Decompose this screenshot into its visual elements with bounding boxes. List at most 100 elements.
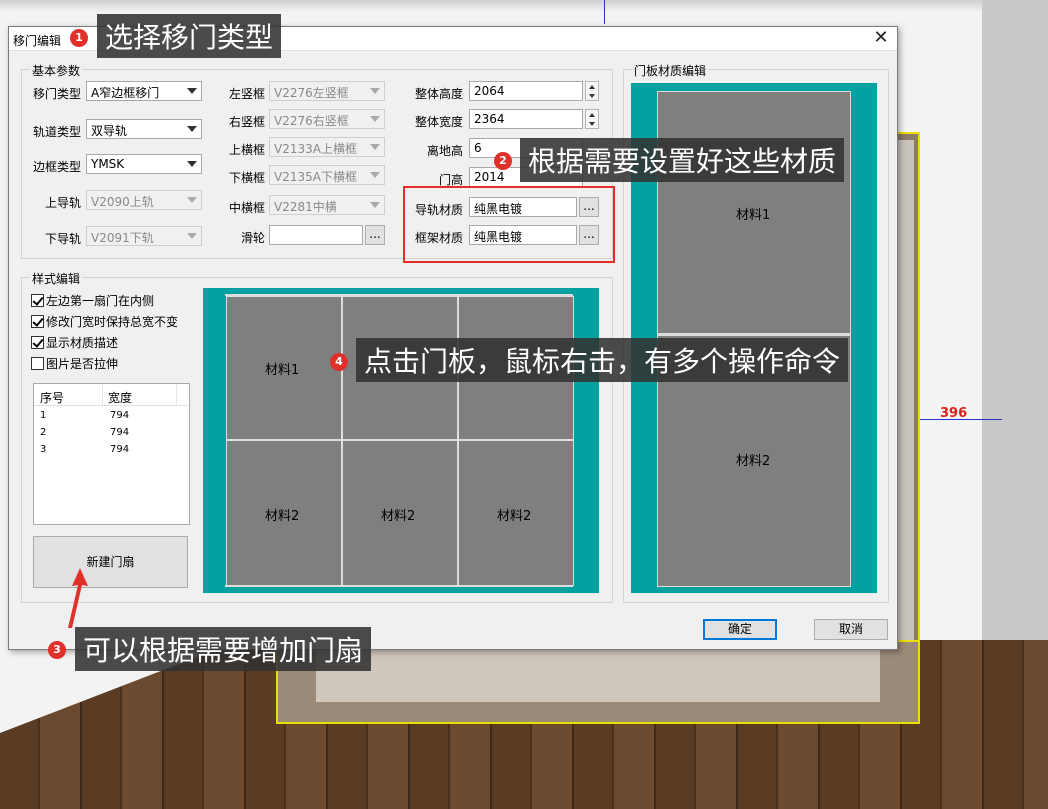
checkbox-stretch-image[interactable]: 图片是否拉伸 <box>31 356 118 372</box>
list-item[interactable]: 3 794 <box>34 442 189 459</box>
dimension-label: 396 <box>940 406 968 421</box>
chevron-down-icon <box>187 233 197 239</box>
column-separator <box>102 384 103 406</box>
checkbox-show-material-desc[interactable]: 显示材质描述 <box>31 335 118 351</box>
list-item[interactable]: 1 794 <box>34 408 189 425</box>
row-no: 2 <box>40 427 47 438</box>
checkbox-label: 图片是否拉伸 <box>46 357 119 371</box>
row-width: 794 <box>110 427 130 438</box>
arrow-down-icon[interactable] <box>589 122 595 126</box>
frame-type-value: YMSK <box>91 157 125 171</box>
axis-line-vertical <box>604 0 605 24</box>
material-label: 材料2 <box>381 509 416 524</box>
list-header: 序号 宽度 <box>34 384 189 406</box>
material-label: 材料2 <box>265 509 300 524</box>
arrow-up-icon[interactable] <box>589 113 595 117</box>
list-item[interactable]: 2 794 <box>34 425 189 442</box>
checkbox-checked-icon[interactable] <box>31 336 44 349</box>
chevron-down-icon <box>370 144 380 150</box>
frame-type-label: 边框类型 <box>32 160 81 174</box>
width-spinner[interactable] <box>585 109 599 129</box>
upper-rail-label: 上导轨 <box>44 196 81 210</box>
door-layout-preview[interactable]: 材料1 材料2 材料2 材料2 <box>203 288 599 593</box>
callout-3: 可以根据需要增加门扇 <box>75 627 372 671</box>
track-type-value: 双导轨 <box>91 124 128 138</box>
chevron-down-icon <box>187 88 197 94</box>
checkbox-label: 修改门宽时保持总宽不变 <box>46 315 179 329</box>
material-label: 材料2 <box>497 509 532 524</box>
door-panel-1-bottom[interactable]: 材料2 <box>226 440 342 586</box>
material-label: 材料1 <box>736 208 771 223</box>
column-header-width[interactable]: 宽度 <box>108 389 132 406</box>
width-field[interactable]: 2364 <box>469 109 583 129</box>
column-header-no[interactable]: 序号 <box>40 389 64 406</box>
bottom-track-line <box>225 585 573 587</box>
new-door-leaf-button[interactable]: 新建门扇 <box>33 536 188 588</box>
pulley-field[interactable] <box>269 225 363 245</box>
step-badge-3: 3 <box>48 641 66 659</box>
callout-text: 选择移门类型 <box>105 21 274 54</box>
checkbox-checked-icon[interactable] <box>31 315 44 328</box>
panel-material-label: 门板材质编辑 <box>632 62 709 79</box>
callout-text: 点击门板，鼠标右击，有多个操作命令 <box>364 345 841 378</box>
checkbox-left-door-inside[interactable]: 左边第一扇门在内侧 <box>31 293 154 309</box>
door-leaf-list[interactable]: 序号 宽度 1 794 2 794 3 794 <box>33 383 190 525</box>
frame-type-select[interactable]: YMSK <box>86 154 202 174</box>
mid-rail-value: V2281中横 <box>274 200 337 214</box>
top-rail-select: V2133A上横框 <box>269 137 385 157</box>
lower-rail-value: V2091下轨 <box>91 231 154 245</box>
callout-4: 点击门板，鼠标右击，有多个操作命令 <box>356 338 849 382</box>
chevron-down-icon <box>187 126 197 132</box>
left-stile-value: V2276左竖框 <box>274 86 349 100</box>
chevron-down-icon <box>370 172 380 178</box>
track-type-select[interactable]: 双导轨 <box>86 119 202 139</box>
callout-text: 可以根据需要增加门扇 <box>83 634 364 667</box>
lower-rail-label: 下导轨 <box>44 232 81 246</box>
row-width: 794 <box>110 410 130 421</box>
width-label: 整体宽度 <box>414 115 463 129</box>
left-stile-select: V2276左竖框 <box>269 81 385 101</box>
left-stile-label: 左竖框 <box>228 87 265 101</box>
bottom-rail-select: V2135A下横框 <box>269 165 385 185</box>
callout-2: 根据需要设置好这些材质 <box>520 138 845 182</box>
chevron-down-icon <box>370 202 380 208</box>
arrow-up-icon[interactable] <box>589 85 595 89</box>
track-type-label: 轨道类型 <box>32 125 81 139</box>
row-no: 3 <box>40 444 47 455</box>
height-spinner[interactable] <box>585 81 599 101</box>
right-stile-label: 右竖框 <box>228 115 265 129</box>
chevron-down-icon <box>187 161 197 167</box>
callout-1: 选择移门类型 <box>97 14 282 58</box>
door-type-label: 移门类型 <box>32 87 81 101</box>
ok-button[interactable]: 确定 <box>703 619 777 640</box>
checkbox-checked-icon[interactable] <box>31 294 44 307</box>
right-stile-select: V2276右竖框 <box>269 109 385 129</box>
row-width: 794 <box>110 444 130 455</box>
bottom-rail-label: 下横框 <box>228 171 265 185</box>
height-field[interactable]: 2064 <box>469 81 583 101</box>
bottom-rail-value: V2135A下横框 <box>274 170 357 184</box>
callout-text: 根据需要设置好这些材质 <box>528 145 837 178</box>
style-edit-label: 样式编辑 <box>30 270 83 287</box>
step-badge-4: 4 <box>330 353 348 371</box>
top-rail-value: V2133A上横框 <box>274 142 357 156</box>
highlight-material-box <box>403 186 615 263</box>
door-panel-2-bottom[interactable]: 材料2 <box>342 440 458 586</box>
pulley-browse-button[interactable]: ... <box>365 225 385 245</box>
checkbox-keep-total-width[interactable]: 修改门宽时保持总宽不变 <box>31 314 178 330</box>
right-stile-value: V2276右竖框 <box>274 114 349 128</box>
chevron-down-icon <box>187 197 197 203</box>
arrow-down-icon[interactable] <box>589 94 595 98</box>
door-type-select[interactable]: A窄边框移门 <box>86 81 202 101</box>
dialog-title: 移门编辑 <box>13 34 62 48</box>
close-icon[interactable]: ✕ <box>871 28 891 48</box>
material-panel-1[interactable]: 材料1 <box>657 91 851 335</box>
row-no: 1 <box>40 410 47 421</box>
door-panel-3-bottom[interactable]: 材料2 <box>458 440 574 586</box>
cancel-button[interactable]: 取消 <box>814 619 888 640</box>
cabinet-base-inner <box>316 650 880 702</box>
checkbox-unchecked-icon[interactable] <box>31 357 44 370</box>
door-panel-1-top[interactable]: 材料1 <box>226 296 342 440</box>
mid-rail-label: 中横框 <box>228 201 265 215</box>
top-rail-label: 上横框 <box>228 143 265 157</box>
